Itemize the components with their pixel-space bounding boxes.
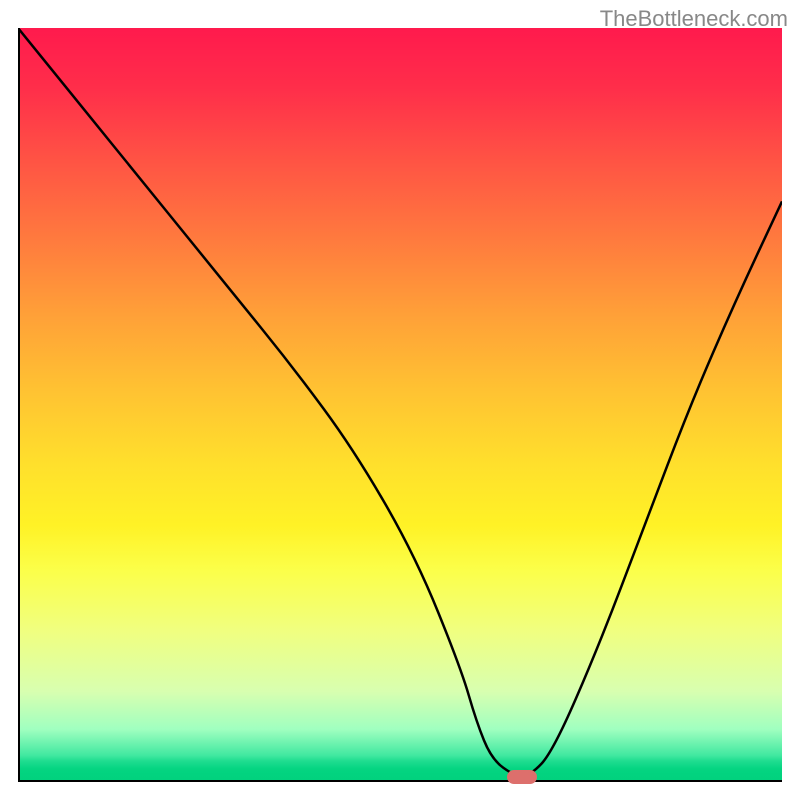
chart-container: TheBottleneck.com bbox=[0, 0, 800, 800]
curve-svg bbox=[18, 28, 782, 782]
optimum-marker bbox=[507, 770, 537, 784]
bottleneck-curve bbox=[18, 28, 782, 776]
watermark-text: TheBottleneck.com bbox=[600, 6, 788, 32]
